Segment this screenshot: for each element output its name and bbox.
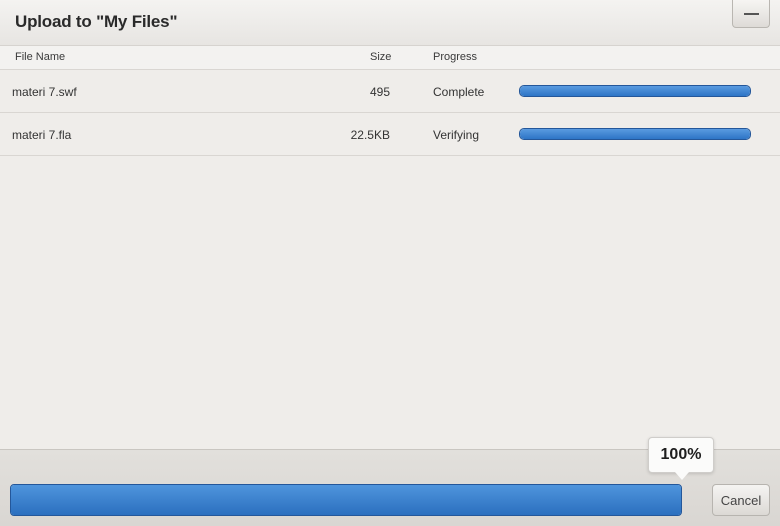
column-header-progress: Progress xyxy=(433,51,478,63)
upload-status: Verifying xyxy=(433,128,480,142)
file-size: 22.5KB xyxy=(350,128,390,142)
file-name: materi 7.fla xyxy=(12,128,72,142)
file-progress-bar xyxy=(519,85,751,97)
table-row: materi 7.fla 22.5KB Verifying xyxy=(0,113,780,156)
tooltip-pointer xyxy=(675,472,689,480)
file-progress-fill xyxy=(520,129,750,139)
minimize-button[interactable] xyxy=(732,0,770,28)
cancel-button[interactable]: Cancel xyxy=(712,484,770,516)
file-size: 495 xyxy=(369,85,390,99)
column-header-file-name: File Name xyxy=(15,51,66,63)
overall-progress-fill xyxy=(11,485,681,515)
file-progress-bar xyxy=(519,128,751,140)
table-header: File Name Size Progress xyxy=(0,46,780,70)
file-name: materi 7.swf xyxy=(12,85,77,99)
column-header-size: Size xyxy=(370,51,392,63)
file-progress-fill xyxy=(520,86,750,96)
upload-dialog: Upload to "My Files" File Name Size Prog… xyxy=(0,0,780,526)
overall-progress-bar xyxy=(10,484,682,516)
minimize-icon xyxy=(744,13,759,15)
dialog-title: Upload to "My Files" xyxy=(15,12,178,31)
table-row: materi 7.swf 495 Complete xyxy=(0,70,780,113)
upload-status: Complete xyxy=(433,85,485,99)
progress-percent-tooltip: 100% xyxy=(648,437,714,473)
dialog-titlebar: Upload to "My Files" xyxy=(0,0,780,46)
